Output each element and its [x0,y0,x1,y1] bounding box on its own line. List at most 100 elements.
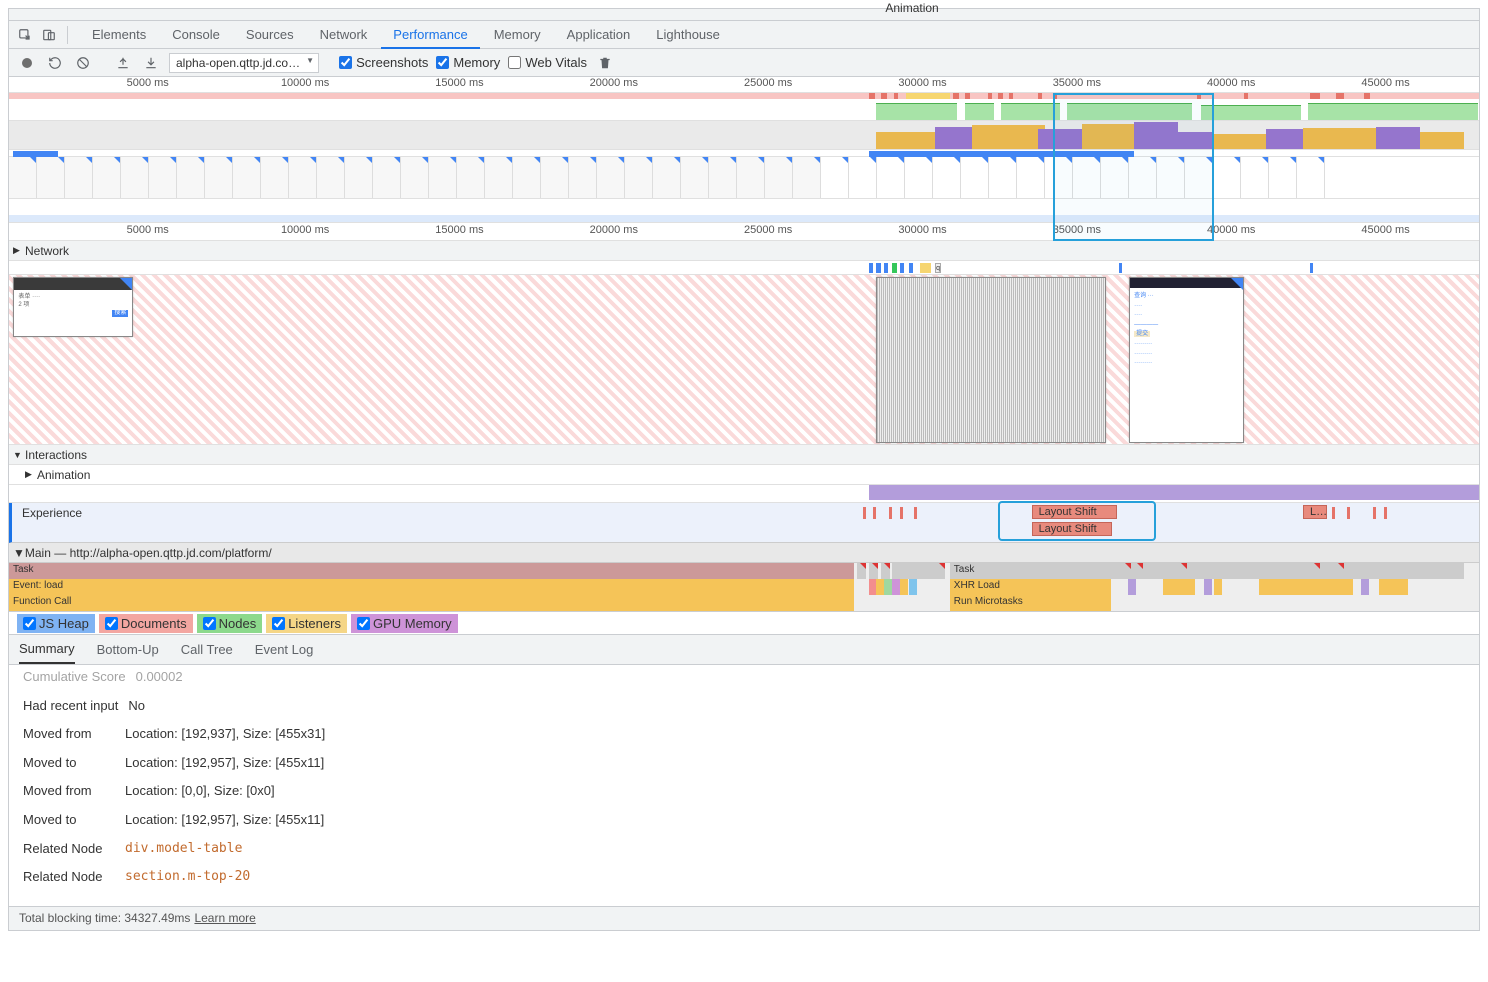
clear-button[interactable] [73,53,93,73]
flame-task-2[interactable]: Task [950,563,1465,579]
ruler-tick: 5000 ms [127,224,169,236]
cum-value: 0.00002 [136,663,183,692]
panel-tabs: Elements Console Sources Network Perform… [80,21,732,48]
ruler-tick: 20000 ms [590,224,638,236]
reload-record-button[interactable] [45,53,65,73]
flame-xhr-load[interactable]: XHR Load [950,579,1112,595]
memory-checkbox[interactable]: Memory [436,55,500,70]
documents-checkbox[interactable]: Documents [99,614,193,633]
interactions-head[interactable]: ▼ Interactions Animation [9,445,1479,465]
flame-task-1[interactable]: Task [9,563,854,579]
ruler-tick: 45000 ms [1361,77,1409,89]
inspect-icon[interactable] [13,23,37,47]
subtab-calltree[interactable]: Call Tree [181,636,233,663]
net-strip [9,149,1479,157]
jsheap-checkbox[interactable]: JS Heap [17,614,95,633]
ruler-tick: 15000 ms [435,224,483,236]
webvitals-checkbox[interactable]: Web Vitals [508,55,587,70]
related-node-1-label: Related Node [23,835,115,864]
ruler-tick: 5000 ms [127,77,169,89]
network-mini: q [9,261,1479,275]
learn-more-link[interactable]: Learn more [194,911,255,925]
nodes-checkbox[interactable]: Nodes [197,614,263,633]
moved-to-1-label: Moved to [23,749,115,778]
tab-elements[interactable]: Elements [80,21,158,48]
ruler-tick: 35000 ms [1053,224,1101,236]
recent-input-label: Had recent input [23,692,118,721]
chevron-down-icon[interactable]: ▼ [13,546,25,560]
main-label: Main — http://alpha-open.qttp.jd.com/pla… [25,546,272,560]
flame-run-micro[interactable]: Run Microtasks [950,595,1112,611]
record-button[interactable] [17,53,37,73]
devtools-tabs-row: Elements Console Sources Network Perform… [9,21,1479,49]
related-node-2-value[interactable]: section.m-top-20 [125,863,250,892]
ruler-tick: 40000 ms [1207,224,1255,236]
layout-shift-badge-3[interactable]: L… [1303,505,1327,519]
main-head[interactable]: ▼ Main — http://alpha-open.qttp.jd.com/p… [9,543,1479,563]
load-profile-button[interactable] [113,53,133,73]
memory-chart-strip [9,199,1479,223]
blocking-time-text: Total blocking time: 34327.49ms [19,911,190,925]
animation-inline-label: Animation [885,1,938,15]
ruler-tick: 25000 ms [744,224,792,236]
timeline-overview[interactable]: 5000 ms 10000 ms 15000 ms 20000 ms 25000… [9,77,1479,241]
ruler-tick: 15000 ms [435,77,483,89]
tab-network[interactable]: Network [308,21,380,48]
save-profile-button[interactable] [141,53,161,73]
screenshots-checkbox[interactable]: Screenshots [339,55,428,70]
subtab-summary[interactable]: Summary [19,635,75,664]
animation-head[interactable]: ▶ Animation [9,465,1479,485]
moved-to-2-value: Location: [192,957], Size: [455x11] [125,806,324,835]
moved-from-2-label: Moved from [23,777,115,806]
subtab-bottomup[interactable]: Bottom-Up [97,636,159,663]
related-node-2-label: Related Node [23,863,115,892]
ruler-tick: 25000 ms [744,77,792,89]
related-node-1-value[interactable]: div.model-table [125,835,242,864]
tab-lighthouse[interactable]: Lighthouse [644,21,732,48]
tab-memory[interactable]: Memory [482,21,553,48]
heap-strip [9,121,1479,149]
flame-event-load[interactable]: Event: load [9,579,854,595]
delete-icon[interactable] [595,53,615,73]
profile-select[interactable]: alpha-open.qttp.jd.co… [169,53,319,73]
chevron-right-icon[interactable]: ▶ [13,245,25,256]
tab-performance[interactable]: Performance [381,21,479,48]
screenshot-thumb-mid[interactable] [876,277,1106,443]
tab-application[interactable]: Application [555,21,643,48]
screenshot-thumb-right[interactable]: 查询 ···········————提交····················… [1129,277,1244,443]
webvitals-label: Web Vitals [525,55,587,70]
network-label: Network [25,244,69,258]
ruler-tick: 30000 ms [898,224,946,236]
experience-row: Experience Layout Shift Layout Shift L… [9,503,1479,543]
moved-from-1-label: Moved from [23,720,115,749]
memory-legend: JS Heap Documents Nodes Listeners GPU Me… [9,611,1479,635]
cum-label: Cumulative Score [23,663,126,692]
gpu-checkbox[interactable]: GPU Memory [351,614,458,633]
listeners-label: Listeners [288,616,341,631]
gpu-label: GPU Memory [373,616,452,631]
detail-tabs: Summary Bottom-Up Call Tree Event Log [9,635,1479,665]
ruler-tick: 10000 ms [281,224,329,236]
screenshot-row: 表单 ····2 项搜索 查询 ···········————提交·······… [9,275,1479,445]
listeners-checkbox[interactable]: Listeners [266,614,347,633]
moved-to-2-label: Moved to [23,806,115,835]
devtools-window: Elements Console Sources Network Perform… [8,8,1480,931]
interactions-label: Interactions [25,448,87,462]
jsheap-label: JS Heap [39,616,89,631]
subtab-eventlog[interactable]: Event Log [255,636,314,663]
device-toggle-icon[interactable] [37,23,61,47]
ruler-tick: 10000 ms [281,77,329,89]
flame-func-call[interactable]: Function Call [9,595,854,611]
network-section-head[interactable]: ▶ Network [9,241,1479,261]
overview-ruler: 5000 ms 10000 ms 15000 ms 20000 ms 25000… [9,77,1479,93]
animation-label: Animation [37,468,90,482]
perf-toolbar: alpha-open.qttp.jd.co… Screenshots Memor… [9,49,1479,77]
chevron-right-icon[interactable]: ▶ [25,469,37,480]
ruler-tick: 20000 ms [590,77,638,89]
screenshot-thumb-left[interactable]: 表单 ····2 项搜索 [13,277,133,337]
chevron-down-icon[interactable]: ▼ [13,450,25,460]
tab-sources[interactable]: Sources [234,21,306,48]
flame-chart[interactable]: Task Task Event: load XHR Load [9,563,1479,611]
status-footer: Total blocking time: 34327.49ms Learn mo… [9,906,1479,930]
tab-console[interactable]: Console [160,21,232,48]
